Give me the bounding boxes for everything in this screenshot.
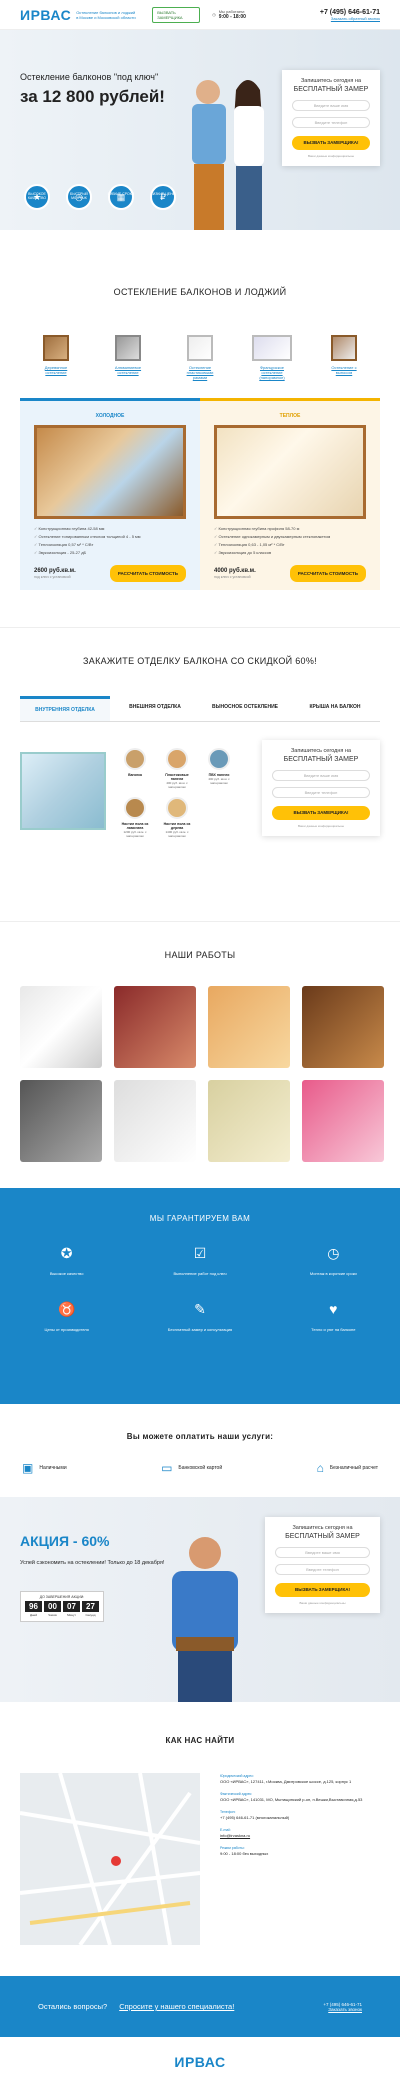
tab-extended[interactable]: ВЫНОСНОЕ ОСТЕКЛЕНИЕ: [200, 696, 290, 721]
medal-icon: ✪: [60, 1245, 73, 1261]
header-phone: +7 (495) 646-61-71 Заказать обратный звон…: [319, 8, 380, 21]
card-icon: ▭: [161, 1461, 173, 1475]
hero: Остекление балконов "под ключ" за 12 800…: [0, 30, 400, 230]
callback-link[interactable]: Заказать обратный звонок: [320, 16, 380, 21]
logo[interactable]: ИРВАС: [20, 7, 71, 23]
glazing-title: ОСТЕКЛЕНИЕ БАЛКОНОВ И ЛОДЖИЙ: [113, 287, 287, 297]
tab-roof[interactable]: КРЫША НА БАЛКОН: [290, 696, 380, 721]
work-photo[interactable]: [114, 1080, 196, 1162]
finishing-tabs: ВНУТРЕННЯЯ ОТДЕЛКА ВНЕШНЯЯ ОТДЕЛКА ВЫНОС…: [20, 696, 380, 722]
window-icon: [115, 335, 141, 361]
window-icon: [252, 335, 292, 361]
badge-quality: ★ ВЫСОКОЕ КАЧЕСТВО: [22, 184, 52, 210]
window-icon: [331, 335, 357, 361]
tagline: Остекление балконов и лоджий в Москве и …: [76, 9, 136, 20]
glazing-types: Деревянное остекление Алюминиевое остекл…: [0, 335, 400, 380]
promo-worker-image: [172, 1537, 238, 1702]
type-aluminum[interactable]: Алюминиевое остекление: [107, 335, 149, 380]
material-item: Пластиковые панели 400 руб. кв.м. с матер…: [160, 748, 194, 789]
payment-methods: ▣ Наличными ▭ Банковской картой ⌂ Безналичн…: [22, 1461, 378, 1475]
type-extended[interactable]: Остекление с выносом: [323, 335, 365, 380]
works-title: НАШИ РАБОТЫ: [164, 950, 236, 960]
name-input[interactable]: Введите ваше имя: [275, 1547, 370, 1558]
name-input[interactable]: Введите ваше имя: [292, 100, 370, 111]
calendar-icon: ▦: [108, 184, 134, 210]
material-item: Вагонка: [118, 748, 152, 789]
type-french[interactable]: Французское остекление (панорамное): [251, 335, 293, 380]
contacts-title: КАК НАС НАЙТИ: [165, 1736, 235, 1745]
hero-title: за 12 800 рублей!: [20, 87, 165, 106]
type-wood[interactable]: Деревянное остекление: [35, 335, 77, 380]
payment-title: Вы можете оплатить наши услуги:: [126, 1432, 274, 1441]
work-photo[interactable]: [20, 1080, 102, 1162]
map-pin-icon: [111, 1856, 121, 1866]
work-photo[interactable]: [208, 1080, 290, 1162]
cold-card: ХОЛОДНОЕ Конструкционная глубина 42-58 м…: [20, 398, 200, 590]
bank-icon: ⌂: [316, 1461, 324, 1475]
bottom-bar: Остались вопросы? Спросите у нашего спец…: [0, 1976, 400, 2037]
window-icon: [43, 335, 69, 361]
finishing-image: [20, 752, 106, 830]
window-icon: [187, 335, 213, 361]
piggy-bank-icon: ♉: [57, 1301, 76, 1317]
clock-icon: ◷: [212, 12, 216, 17]
work-photo[interactable]: [302, 986, 384, 1068]
footer: ИРВАС: [0, 2037, 400, 2087]
calc-warm-button[interactable]: РАССЧИТАТЬ СТОИМОСТЬ: [289, 565, 366, 582]
footer-logo[interactable]: ИРВАС: [174, 2054, 225, 2070]
badge-price: ₽ НИЗКИЕ ЦЕНЫ: [148, 184, 178, 210]
hero-subtitle: Остекление балконов "под ключ": [20, 72, 159, 82]
warm-card: ТЕПЛОЕ Конструкционная глубина профиля 5…: [200, 398, 380, 590]
checklist-icon: ☑: [193, 1245, 207, 1261]
clock-icon: ◷: [327, 1245, 340, 1261]
ruler-icon: ✎: [194, 1301, 206, 1317]
hero-badges: ★ ВЫСОКОЕ КАЧЕСТВО ◷ БЫСТРЫЙ МОНТАЖ ▦ ГИБКИ…: [22, 184, 178, 210]
work-photo[interactable]: [302, 1080, 384, 1162]
work-photo[interactable]: [20, 986, 102, 1068]
finishing-content: Вагонка Пластиковые панели 400 руб. кв.м.…: [0, 722, 400, 892]
wallet-icon: ▣: [22, 1461, 34, 1475]
header: ИРВАС Остекление балконов и лоджий в Мос…: [0, 0, 400, 30]
finishing-title: ЗАКАЖИТЕ ОТДЕЛКУ БАЛКОНА СО СКИДКОЙ 60%!: [83, 656, 317, 666]
hero-people-image: [192, 80, 264, 230]
phone-input[interactable]: Введите телефон: [275, 1564, 370, 1575]
works-gallery: [20, 986, 384, 1162]
phone-input[interactable]: Введите телефон: [272, 787, 370, 798]
type-plastic[interactable]: Остекление пластиковыми рамами: [179, 335, 221, 380]
name-input[interactable]: Введите ваше имя: [272, 770, 370, 781]
promo-section: АКЦИЯ - 60% Успей сэкономить на остеклен…: [0, 1497, 400, 1702]
material-item: Настил пола из дерева 1400 руб. кв.м. с м…: [160, 797, 194, 838]
ruble-icon: ₽: [150, 184, 176, 210]
tab-outer[interactable]: ВНЕШНЯЯ ОТДЕЛКА: [110, 696, 200, 721]
material-item: Настил пола из ламината 1200 руб. кв.м. с…: [118, 797, 152, 838]
glazing-compare: ХОЛОДНОЕ Конструкционная глубина 42-58 м…: [20, 398, 380, 590]
work-photo[interactable]: [114, 986, 196, 1068]
hero-form: Запишитесь сегодня на БЕСПЛАТНЫЙ ЗАМЕР В…: [282, 70, 380, 166]
finishing-form: Запишитесь сегодня на БЕСПЛАТНЫЙ ЗАМЕР В…: [262, 740, 380, 836]
calc-cold-button[interactable]: РАССЧИТАТЬ СТОИМОСТЬ: [109, 565, 186, 582]
contacts-section: Юридический адрес: ООО «ИРВАС», 127411, …: [20, 1773, 380, 1945]
work-hours: ◷ Мы работаем: 9:00 - 18:00: [212, 9, 246, 20]
tab-inner[interactable]: ВНУТРЕННЯЯ ОТДЕЛКА: [20, 696, 110, 721]
call-measurer-button[interactable]: ВЫЗВАТЬ ЗАМЕРЩИКА: [152, 6, 201, 23]
badge-flexible: ▦ ГИБКИЕ СРОКИ: [106, 184, 136, 210]
promo-form: Запишитесь сегодня на БЕСПЛАТНЫЙ ЗАМЕР В…: [265, 1517, 380, 1613]
map[interactable]: [20, 1773, 200, 1945]
cold-image: [34, 425, 186, 519]
work-photo[interactable]: [208, 986, 290, 1068]
submit-button[interactable]: ВЫЗВАТЬ ЗАМЕРЩИКА!: [292, 136, 370, 150]
countdown-timer: ДО ЗАВЕРШЕНИЯ АКЦИИ: 96 Дней 00 Часов 07 Ми…: [20, 1591, 104, 1622]
heart-hands-icon: ♥: [329, 1301, 338, 1317]
warm-image: [214, 425, 366, 519]
materials: Вагонка Пластиковые панели 400 руб. кв.м.…: [118, 748, 236, 838]
phone-input[interactable]: Введите телефон: [292, 117, 370, 128]
guarantee-section: МЫ ГАРАНТИРУЕМ ВАМ ✪ Высокое качество ☑ Вы…: [0, 1188, 400, 1404]
material-item: ПВХ панели 400 руб. кв.м. с материалом: [202, 748, 236, 789]
submit-button[interactable]: ВЫЗВАТЬ ЗАМЕРЩИКА!: [272, 806, 370, 820]
badge-fast: ◷ БЫСТРЫЙ МОНТАЖ: [64, 184, 94, 210]
submit-button[interactable]: ВЫЗВАТЬ ЗАМЕРЩИКА!: [275, 1583, 370, 1597]
ask-specialist-link[interactable]: Спросите у нашего специалиста!: [119, 2002, 234, 2011]
